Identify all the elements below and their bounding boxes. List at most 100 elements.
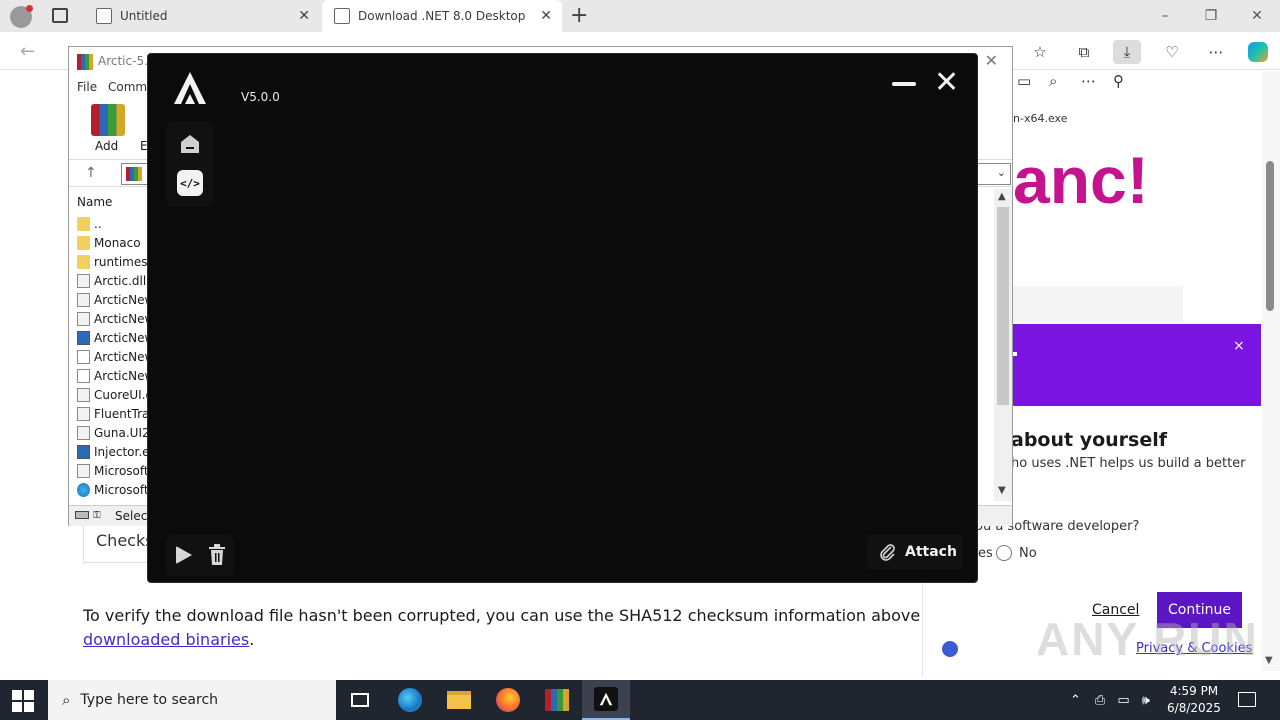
winrar-taskbar-icon[interactable] [533, 680, 581, 720]
file-icon [77, 463, 90, 478]
scrollbar-thumb[interactable] [997, 207, 1009, 405]
file-row[interactable]: .. [77, 214, 102, 233]
minimize-button[interactable]: – [1142, 0, 1188, 32]
task-view-icon[interactable] [336, 680, 384, 720]
arctic-taskbar-icon[interactable] [582, 680, 630, 720]
chevron-up-icon[interactable]: ⌃ [1070, 693, 1081, 708]
tab-untitled[interactable]: Untitled ✕ [84, 0, 320, 32]
copilot-icon[interactable] [1244, 40, 1272, 64]
pin-icon[interactable]: ⚲ [1113, 72, 1124, 90]
add-button-label[interactable]: Add [95, 139, 118, 153]
link-text[interactable]: downloaded binaries [83, 630, 249, 649]
file-row[interactable]: Microsoft. [77, 480, 152, 499]
network-icon[interactable]: ▭ [1117, 693, 1129, 708]
file-row[interactable]: ArcticNew [77, 347, 154, 366]
volume-icon[interactable]: 🕪 [1142, 693, 1150, 708]
scrollbar-thumb[interactable] [1266, 161, 1274, 311]
edge-icon[interactable] [386, 680, 434, 720]
windows-start-icon[interactable] [12, 690, 34, 712]
close-icon[interactable]: ✕ [540, 8, 552, 24]
file-row[interactable]: runtimes [77, 252, 148, 271]
chevron-down-icon[interactable]: ⌄ [997, 166, 1006, 179]
page-scrollbar[interactable]: ▼ [1262, 71, 1280, 671]
column-header-name[interactable]: Name [77, 195, 112, 209]
file-icon [77, 273, 90, 288]
browser-essentials-icon[interactable]: ♡ [1158, 40, 1186, 64]
clock-date: 6/8/2025 [1167, 701, 1221, 715]
survey-title: about yourself [1011, 429, 1168, 451]
paperclip-icon [880, 544, 895, 561]
attach-label: Attach [905, 544, 957, 560]
more-options-icon[interactable]: ⋯ [1202, 40, 1230, 64]
tab-dotnet-download[interactable]: Download .NET 8.0 Desktop Runt ✕ [322, 0, 562, 32]
clock[interactable]: 4:59 PM 6/8/2025 [1166, 683, 1222, 717]
more-options-icon[interactable]: ⋯ [1081, 72, 1096, 90]
close-icon[interactable]: ✕ [985, 51, 998, 70]
file-row[interactable]: ArcticNew [77, 328, 154, 347]
yes-option-label[interactable]: es [978, 546, 993, 561]
code-editor-icon[interactable]: </> [177, 170, 203, 196]
play-icon[interactable] [176, 546, 192, 564]
search-placeholder: Type here to search [80, 692, 219, 708]
file-name: Microsoft. [94, 482, 153, 497]
file-row[interactable]: Arctic.dll [77, 271, 146, 290]
menu-file[interactable]: File [77, 80, 97, 94]
survey-subtitle: ho uses .NET helps us build a better [1011, 456, 1246, 471]
download-filename[interactable]: n-x64.exe [1013, 112, 1067, 125]
tab-actions-icon[interactable] [52, 8, 68, 23]
open-folder-icon[interactable]: ▭ [1017, 72, 1031, 90]
exe-file-icon [77, 330, 90, 345]
content-block [1013, 286, 1183, 322]
add-archive-icon[interactable] [91, 104, 125, 136]
checksum-field[interactable]: Checks [83, 523, 154, 563]
device-icon[interactable]: ⎙ [1095, 693, 1105, 708]
survey-close-icon[interactable]: × [1233, 338, 1245, 354]
banner-dot [1013, 352, 1017, 356]
file-row[interactable]: ArcticNew [77, 366, 154, 385]
up-folder-icon[interactable]: ↑ [85, 165, 97, 181]
file-list-scrollbar[interactable]: ▲ ▼ [994, 189, 1012, 501]
notifications-icon[interactable] [1238, 692, 1256, 707]
trash-icon[interactable] [208, 544, 226, 566]
close-icon[interactable]: ✕ [934, 68, 959, 98]
taskbar-search[interactable]: ⌕ Type here to search [48, 680, 336, 720]
close-icon[interactable]: ✕ [298, 8, 310, 24]
profile-icon[interactable] [10, 5, 33, 28]
file-row[interactable]: ArcticNew [77, 309, 154, 328]
restore-button[interactable]: ❐ [1188, 0, 1234, 32]
downloaded-binaries-link[interactable]: downloaded binaries. [83, 630, 254, 649]
file-name: ArcticNew [94, 330, 155, 345]
page-icon [96, 8, 112, 24]
close-window-button[interactable]: ✕ [1234, 0, 1280, 32]
file-explorer-icon[interactable] [435, 680, 483, 720]
file-row[interactable]: ArcticNew [77, 290, 154, 309]
collections-icon[interactable]: ⧉ [1070, 40, 1098, 64]
file-icon [77, 311, 90, 326]
search-icon[interactable]: ⌕ [1049, 72, 1057, 90]
no-radio[interactable] [996, 545, 1012, 561]
folder-icon [77, 235, 90, 250]
drive-icon [75, 511, 89, 519]
favorites-icon[interactable]: ☆ [1026, 40, 1054, 64]
file-row[interactable]: Injector.ex [77, 442, 156, 461]
file-row[interactable]: FluentTran [77, 404, 157, 423]
downloads-icon[interactable]: ⤓ [1113, 40, 1141, 64]
file-row[interactable]: Microsoft. [77, 461, 152, 480]
scroll-down-icon[interactable]: ▼ [998, 485, 1006, 496]
new-tab-button[interactable]: + [570, 3, 588, 28]
file-name: .. [94, 216, 102, 231]
minimize-icon[interactable] [892, 82, 916, 86]
scroll-up-icon[interactable]: ▲ [998, 191, 1006, 202]
tab-label: Untitled [120, 9, 168, 23]
file-row[interactable]: CuoreUI.d [77, 385, 153, 404]
scroll-down-icon[interactable]: ▼ [1265, 655, 1273, 666]
file-row[interactable]: Monaco [77, 233, 141, 252]
file-name: ArcticNew [94, 311, 155, 326]
attach-button[interactable]: Attach [867, 534, 963, 570]
back-icon[interactable]: ← [20, 41, 35, 62]
version-label: V5.0.0 [241, 90, 280, 104]
execute-controls [166, 534, 234, 576]
no-option-label[interactable]: No [1019, 546, 1037, 561]
home-icon[interactable] [178, 132, 202, 156]
firefox-icon[interactable] [484, 680, 532, 720]
